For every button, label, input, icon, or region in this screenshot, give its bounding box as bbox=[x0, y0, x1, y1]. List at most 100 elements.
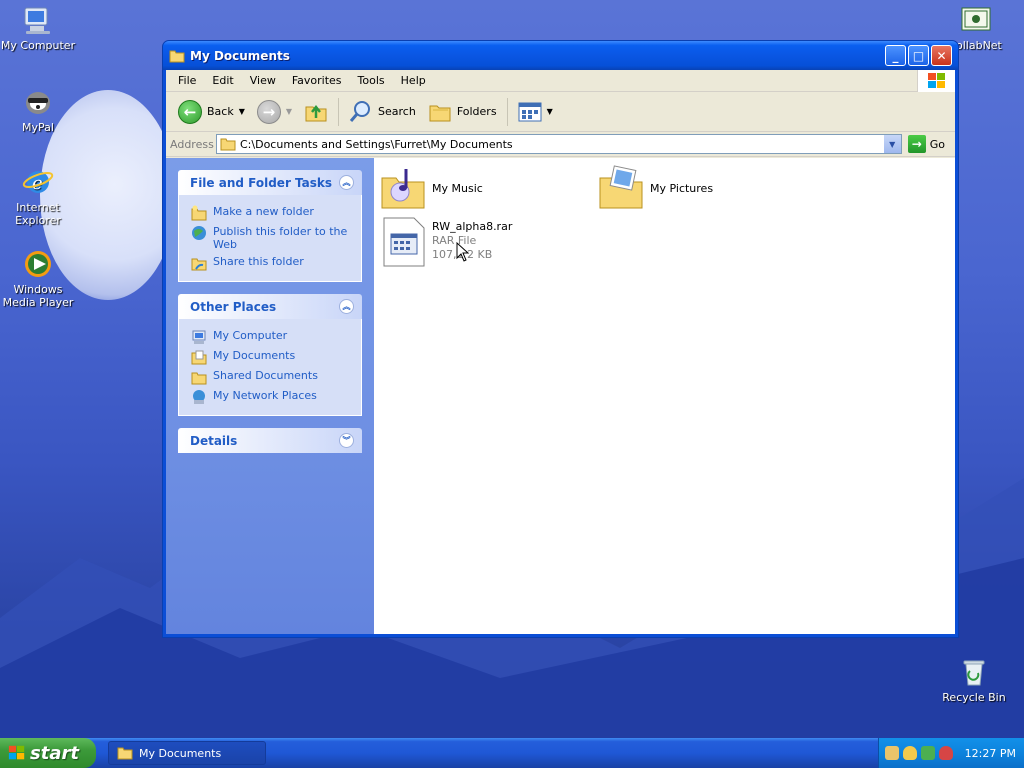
windows-logo bbox=[917, 70, 955, 92]
tray-network-icon[interactable] bbox=[885, 746, 899, 760]
tray-alert-shield-icon[interactable] bbox=[939, 746, 953, 760]
desktop-icon-label: Internet Explorer bbox=[15, 201, 61, 227]
back-arrow-icon: ← bbox=[178, 99, 202, 124]
explorer-window: My Documents _ □ ✕ File Edit View Favori… bbox=[162, 40, 959, 638]
minimize-button[interactable]: _ bbox=[885, 45, 906, 66]
music-folder-icon bbox=[381, 169, 425, 209]
up-folder-button[interactable] bbox=[298, 100, 334, 124]
panel-title: File and Folder Tasks bbox=[190, 175, 333, 190]
folders-label: Folders bbox=[456, 105, 497, 118]
folders-button[interactable]: Folders bbox=[422, 100, 503, 124]
menu-view[interactable]: View bbox=[242, 74, 284, 87]
panel-header[interactable]: Other Places ︽ bbox=[178, 294, 362, 319]
address-bar: Address C:\Documents and Settings\Furret… bbox=[166, 132, 955, 157]
window-title: My Documents bbox=[190, 48, 290, 63]
file-name: My Music bbox=[432, 182, 483, 195]
folder-icon bbox=[117, 747, 133, 760]
task-label: My Documents bbox=[139, 746, 222, 760]
desktop-icon-media-player[interactable]: Windows Media Player bbox=[0, 248, 78, 309]
tray-update-icon[interactable] bbox=[921, 746, 935, 760]
system-tray: 12:27 PM bbox=[878, 738, 1024, 768]
desktop-icon-internet-explorer[interactable]: e Internet Explorer bbox=[0, 166, 78, 227]
address-field[interactable]: C:\Documents and Settings\Furret\My Docu… bbox=[216, 134, 902, 154]
file-item-my-pictures[interactable]: My Pictures bbox=[598, 164, 713, 210]
taskbar-item-my-documents[interactable]: My Documents bbox=[108, 741, 266, 765]
file-name: RW_alpha8.rar bbox=[432, 220, 513, 233]
tray-security-shield-icon[interactable] bbox=[903, 746, 917, 760]
desktop-icon-mypal[interactable]: MyPal bbox=[0, 86, 78, 134]
desktop-icon-label: My Computer bbox=[0, 39, 76, 52]
share-folder-icon bbox=[191, 258, 207, 271]
file-view: My Music My Pictures RW_alpha8.rar RAR F… bbox=[374, 158, 955, 634]
content-area: File and Folder Tasks ︽ Make a new folde… bbox=[166, 158, 955, 634]
other-place-my-computer[interactable]: My Computer bbox=[191, 329, 351, 345]
globe-icon bbox=[192, 226, 206, 240]
back-dropdown-icon[interactable]: ▼ bbox=[239, 107, 245, 116]
link-label: Make a new folder bbox=[213, 205, 314, 218]
link-label: My Documents bbox=[213, 349, 296, 362]
share-folder-link[interactable]: Share this folder bbox=[191, 255, 351, 271]
menu-tools[interactable]: Tools bbox=[350, 74, 393, 87]
file-folder-tasks-panel: File and Folder Tasks ︽ Make a new folde… bbox=[178, 170, 362, 282]
address-dropdown-icon[interactable]: ▼ bbox=[883, 135, 901, 153]
file-size: 107,1 2 KB bbox=[432, 248, 493, 261]
back-button[interactable]: ← Back ▼ bbox=[172, 99, 251, 124]
mouse-cursor-icon bbox=[456, 242, 470, 262]
collapse-icon[interactable]: ︽ bbox=[339, 175, 354, 190]
publish-folder-link[interactable]: Publish this folder to the Web bbox=[191, 225, 351, 251]
folder-icon bbox=[220, 138, 236, 151]
link-label: Share this folder bbox=[213, 255, 304, 268]
search-label: Search bbox=[378, 105, 416, 118]
internet-explorer-icon: e bbox=[22, 171, 54, 194]
views-icon bbox=[518, 102, 542, 121]
file-type: RAR File bbox=[432, 234, 477, 247]
toolbar-separator bbox=[506, 97, 508, 126]
close-icon: ✕ bbox=[936, 48, 947, 63]
forward-button[interactable]: → ▼ bbox=[251, 99, 298, 124]
rar-file-icon bbox=[383, 217, 425, 267]
file-item-rw-alpha8[interactable]: RW_alpha8.rar RAR File 107,1 2 KB bbox=[382, 216, 512, 268]
menu-bar: File Edit View Favorites Tools Help bbox=[166, 70, 955, 92]
panel-title: Other Places bbox=[190, 299, 277, 314]
link-label: Publish this folder to the Web bbox=[213, 225, 348, 251]
forward-dropdown-icon[interactable]: ▼ bbox=[286, 107, 292, 116]
file-item-my-music[interactable]: My Music bbox=[380, 164, 483, 210]
pictures-folder-icon bbox=[599, 165, 643, 209]
search-button[interactable]: Search bbox=[343, 100, 422, 124]
my-computer-icon bbox=[24, 7, 50, 34]
task-pane: File and Folder Tasks ︽ Make a new folde… bbox=[166, 158, 374, 634]
desktop-icon-label: Windows Media Player bbox=[2, 283, 74, 309]
desktop-icon-label: Recycle Bin bbox=[942, 691, 1006, 704]
forward-arrow-icon: → bbox=[256, 99, 281, 124]
close-button[interactable]: ✕ bbox=[931, 45, 952, 66]
desktop-icon-my-computer[interactable]: My Computer bbox=[0, 4, 78, 52]
link-label: My Network Places bbox=[213, 389, 317, 402]
panel-header[interactable]: Details ︾ bbox=[178, 428, 362, 453]
start-button[interactable]: start bbox=[0, 738, 96, 768]
panel-title: Details bbox=[190, 433, 238, 448]
collapse-icon[interactable]: ︽ bbox=[339, 299, 354, 314]
search-icon bbox=[349, 100, 371, 122]
menu-help[interactable]: Help bbox=[393, 74, 434, 87]
taskbar: start My Documents 12:27 PM bbox=[0, 738, 1024, 768]
go-button[interactable]: → Go bbox=[902, 135, 951, 153]
menu-favorites[interactable]: Favorites bbox=[284, 74, 350, 87]
network-places-icon bbox=[193, 390, 205, 404]
desktop-icon-recycle-bin[interactable]: Recycle Bin bbox=[934, 656, 1014, 704]
other-place-my-network-places[interactable]: My Network Places bbox=[191, 389, 351, 405]
make-new-folder-link[interactable]: Make a new folder bbox=[191, 205, 351, 221]
window-titlebar[interactable]: My Documents _ □ ✕ bbox=[163, 41, 958, 70]
panel-header[interactable]: File and Folder Tasks ︽ bbox=[178, 170, 362, 195]
clock: 12:27 PM bbox=[964, 746, 1016, 760]
desktop-icon-label: MyPal bbox=[22, 121, 54, 134]
expand-icon[interactable]: ︾ bbox=[339, 433, 354, 448]
my-computer-icon bbox=[192, 330, 206, 344]
views-button[interactable]: ▼ bbox=[512, 101, 559, 123]
folder-icon bbox=[169, 50, 185, 62]
menu-edit[interactable]: Edit bbox=[204, 74, 241, 87]
other-place-shared-documents[interactable]: Shared Documents bbox=[191, 369, 351, 385]
views-dropdown-icon: ▼ bbox=[546, 107, 553, 116]
maximize-button[interactable]: □ bbox=[908, 45, 929, 66]
menu-file[interactable]: File bbox=[170, 74, 204, 87]
other-place-my-documents[interactable]: My Documents bbox=[191, 349, 351, 365]
